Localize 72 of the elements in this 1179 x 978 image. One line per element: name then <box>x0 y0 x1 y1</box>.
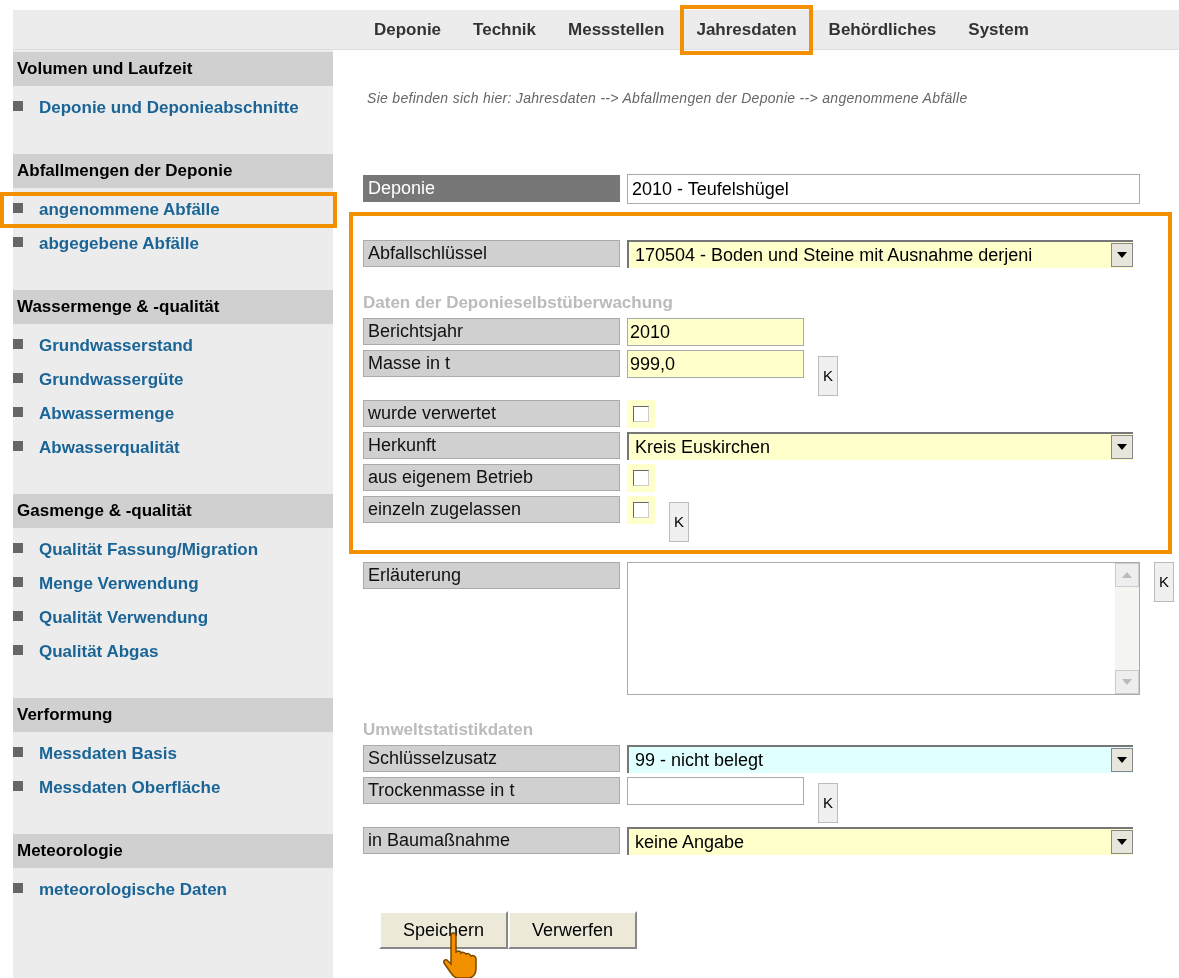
sidebar-link[interactable]: Deponie und Deponieabschnitte <box>9 90 337 126</box>
k-button[interactable]: K <box>669 502 689 542</box>
nav-tab[interactable]: Messstellen <box>552 9 681 50</box>
field-label: Abfallschlüssel <box>363 240 620 267</box>
field-label: Berichtsjahr <box>363 318 620 345</box>
field-label: Deponie <box>363 175 620 202</box>
section-heading: Umweltstatistikdaten <box>363 719 535 741</box>
checkbox[interactable] <box>633 470 649 486</box>
sidebar-link[interactable]: abgegebene Abfälle <box>9 226 337 262</box>
sidebar-link[interactable]: angenommene Abfälle <box>0 192 337 228</box>
sidebar-link[interactable]: Messdaten Basis <box>9 736 337 772</box>
field-label: Masse in t <box>363 350 620 377</box>
bullet-icon <box>13 407 23 417</box>
sidebar-section-header: Wassermenge & -qualität <box>13 290 333 324</box>
dropdown-field[interactable]: Kreis Euskirchen <box>627 432 1133 460</box>
nav-tab[interactable]: System <box>952 9 1045 50</box>
field-label: aus eigenem Betrieb <box>363 464 620 491</box>
bullet-icon <box>13 611 23 621</box>
dropdown-field[interactable]: 99 - nicht belegt <box>627 745 1133 773</box>
sidebar-section-header: Verformung <box>13 698 333 732</box>
field-label: wurde verwertet <box>363 400 620 427</box>
k-button[interactable]: K <box>1154 562 1174 602</box>
sidebar-link[interactable]: Grundwassergüte <box>9 362 337 398</box>
sidebar-link[interactable]: Qualität Abgas <box>9 634 337 670</box>
text-field[interactable]: 2010 <box>627 318 804 346</box>
dropdown-field[interactable]: 170504 - Boden und Steine mit Ausnahme derjeni <box>627 240 1133 268</box>
field-label: Trockenmasse in t <box>363 777 620 804</box>
bullet-icon <box>13 237 23 247</box>
bullet-icon <box>13 747 23 757</box>
checkbox[interactable] <box>633 502 649 518</box>
bullet-icon <box>13 883 23 893</box>
sidebar-link[interactable]: Abwassermenge <box>9 396 337 432</box>
nav-tab[interactable]: Behördliches <box>812 9 953 50</box>
bullet-icon <box>13 339 23 349</box>
bullet-icon <box>13 373 23 383</box>
text-field[interactable] <box>627 777 804 805</box>
dropdown-field[interactable]: keine Angabe <box>627 827 1133 855</box>
sidebar-link[interactable]: Menge Verwendung <box>9 566 337 602</box>
bullet-icon <box>13 101 23 111</box>
field-label: Schlüsselzusatz <box>363 745 620 772</box>
sidebar-section-header: Meteorologie <box>13 834 333 868</box>
field-label: einzeln zugelassen <box>363 496 620 523</box>
field-label: in Baumaßnahme <box>363 827 620 854</box>
sidebar-section-header: Volumen und Laufzeit <box>13 52 333 86</box>
k-button[interactable]: K <box>818 783 838 823</box>
sidebar-link[interactable]: meteorologische Daten <box>9 872 337 908</box>
sidebar-link[interactable]: Abwasserqualität <box>9 430 337 466</box>
sidebar-link[interactable]: Grundwasserstand <box>9 328 337 364</box>
bullet-icon <box>13 577 23 587</box>
nav-tab[interactable]: Jahresdaten <box>680 4 813 55</box>
nav-tab[interactable]: Technik <box>457 9 553 50</box>
text-field[interactable]: 999,0 <box>627 350 804 378</box>
checkbox[interactable] <box>633 406 649 422</box>
bullet-icon <box>13 441 23 451</box>
breadcrumb: Sie befinden sich hier: Jahresdaten --> Abfallmengen der Deponie --> angenommene Abfälle <box>366 89 969 108</box>
bullet-icon <box>13 203 23 213</box>
text-field[interactable]: 2010 - Teufelshügel <box>627 173 1140 204</box>
bullet-icon <box>13 781 23 791</box>
sidebar-section-header: Abfallmengen der Deponie <box>13 154 333 188</box>
field-label: Herkunft <box>363 432 620 459</box>
sidebar-link[interactable]: Messdaten Oberfläche <box>9 770 337 806</box>
form-button[interactable]: Speichern <box>379 911 509 949</box>
sidebar-link[interactable]: Qualität Verwendung <box>9 600 337 636</box>
sidebar-section-header: Gasmenge & -qualität <box>13 494 333 528</box>
field-label: Erläuterung <box>363 562 620 589</box>
sidebar-link[interactable]: Qualität Fassung/Migration <box>9 532 337 568</box>
nav-tab[interactable]: Deponie <box>358 9 458 50</box>
bullet-icon <box>13 645 23 655</box>
section-heading: Daten der Deponieselbstüberwachung <box>363 292 674 314</box>
form-button[interactable]: Verwerfen <box>508 911 638 949</box>
k-button[interactable]: K <box>818 356 838 396</box>
bullet-icon <box>13 543 23 553</box>
